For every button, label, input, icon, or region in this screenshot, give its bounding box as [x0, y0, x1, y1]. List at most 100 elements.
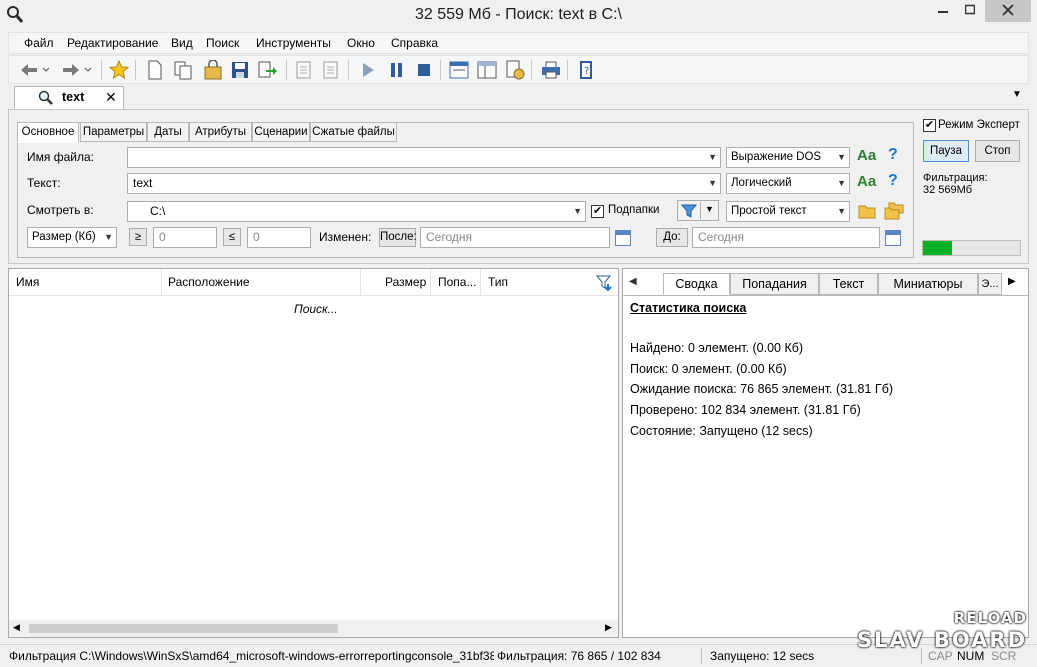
window-layout-icon[interactable]	[476, 59, 498, 81]
minimize-button[interactable]	[930, 0, 956, 22]
menu-window[interactable]: Окно	[347, 36, 375, 50]
tab-summary[interactable]: Сводка	[663, 273, 730, 295]
subfolders-checkbox[interactable]: ✔	[591, 205, 604, 218]
filename-mode-select[interactable]: Выражение DOS ▼	[726, 147, 850, 168]
export-icon[interactable]	[257, 59, 279, 81]
expert-mode-checkbox[interactable]: ✔	[923, 119, 936, 132]
text-case-sensitive-icon[interactable]: Aa	[857, 173, 876, 190]
save-icon[interactable]	[229, 59, 251, 81]
menu-help[interactable]: Справка	[391, 36, 438, 50]
filename-case-sensitive-icon[interactable]: Aa	[857, 147, 876, 164]
tab-archives[interactable]: Сжатые файлы	[310, 122, 397, 142]
filename-history-dropdown-icon[interactable]: ▼	[708, 148, 717, 167]
tab-parameters[interactable]: Параметры	[80, 122, 147, 142]
summary-pending: Ожидание поиска: 76 865 элемент. (31.81 …	[630, 382, 894, 396]
window-title: 32 559 Мб - Поиск: text в C:\	[415, 6, 622, 23]
text-history-dropdown-icon[interactable]: ▼	[708, 174, 717, 193]
favorites-star-icon[interactable]	[108, 59, 130, 81]
tab-hits[interactable]: Попадания	[730, 273, 819, 295]
pause-button[interactable]: Пауза	[923, 140, 969, 162]
preview-pane: ◀ Сводка Попадания Текст Миниатюры Э... …	[622, 268, 1029, 638]
scrollbar-thumb[interactable]	[29, 624, 338, 633]
forward-button[interactable]	[61, 59, 91, 81]
back-button[interactable]	[19, 59, 49, 81]
column-header-name[interactable]: Имя	[9, 269, 162, 295]
size-min-input[interactable]: 0	[153, 227, 217, 248]
tab-more[interactable]: Э...	[978, 273, 1002, 295]
search-tab[interactable]: text ✕	[14, 86, 124, 109]
filename-input[interactable]: ▼	[127, 147, 721, 168]
stop-icon[interactable]	[413, 59, 435, 81]
tabs-scroll-right-icon[interactable]: ▶	[1008, 276, 1016, 287]
page-prev-icon[interactable]	[293, 59, 315, 81]
column-header-size[interactable]: Размер	[378, 269, 431, 295]
text-help-icon[interactable]: ?	[888, 172, 898, 190]
folder-icon[interactable]	[858, 203, 876, 222]
before-calendar-icon[interactable]	[885, 230, 901, 246]
chevron-down-icon: ▼	[705, 204, 714, 214]
stop-button[interactable]: Стоп	[975, 140, 1020, 162]
text-mode-select[interactable]: Логический ▼	[726, 173, 850, 194]
tab-basic[interactable]: Основное	[17, 122, 79, 143]
folders-icon[interactable]	[884, 202, 904, 223]
tab-list-dropdown-icon[interactable]: ▼	[1012, 89, 1022, 100]
settings-document-icon[interactable]	[504, 59, 526, 81]
before-button[interactable]: До:	[656, 228, 688, 247]
scroll-left-icon[interactable]: ◀	[13, 622, 20, 633]
close-tab-icon[interactable]: ✕	[105, 89, 117, 106]
svg-text:?: ?	[584, 66, 589, 77]
column-header-hits[interactable]: Попа...	[431, 269, 481, 295]
menu-file[interactable]: Файл	[24, 36, 54, 50]
tabs-scroll-left-icon[interactable]: ◀	[629, 276, 637, 287]
text-input[interactable]: text ▼	[127, 173, 721, 194]
filter-dropdown-button[interactable]: ▼	[677, 200, 719, 221]
status-filtering: Фильтрация: 76 865 / 102 834	[497, 649, 661, 663]
lookin-value: C:\	[150, 204, 166, 218]
open-lock-icon[interactable]	[202, 59, 224, 81]
filename-label: Имя файла:	[27, 150, 94, 164]
summary-search: Поиск: 0 элемент. (0.00 Кб)	[630, 362, 787, 376]
toolbar: ?	[8, 55, 1029, 84]
lookin-dropdown-icon[interactable]: ▼	[573, 202, 582, 221]
after-date-input[interactable]: Сегодня	[420, 227, 610, 248]
column-header-type[interactable]: Тип	[481, 269, 591, 295]
tab-thumbnails[interactable]: Миниатюры	[878, 273, 978, 295]
column-filter-icon[interactable]	[595, 274, 614, 295]
maximize-button[interactable]	[957, 0, 983, 22]
close-window-button[interactable]	[985, 0, 1031, 22]
size-max-input[interactable]: 0	[247, 227, 311, 248]
size-min-operator-button[interactable]: ≥	[129, 228, 147, 246]
lookin-input[interactable]: C:\ ▼	[127, 201, 586, 222]
page-next-icon[interactable]	[320, 59, 342, 81]
size-max-operator-button[interactable]: ≤	[223, 228, 241, 246]
play-icon[interactable]	[357, 59, 379, 81]
menu-search[interactable]: Поиск	[206, 36, 239, 50]
lookin-mode-select[interactable]: Простой текст ▼	[726, 201, 850, 222]
modified-label: Изменен:	[319, 230, 372, 244]
column-header-location[interactable]: Расположение	[161, 269, 361, 295]
title-bar: 32 559 Мб - Поиск: text в C:\	[0, 0, 1037, 31]
tab-dates[interactable]: Даты	[147, 122, 189, 142]
horizontal-scrollbar[interactable]: ◀ ▶	[9, 620, 618, 637]
pause-icon[interactable]	[386, 59, 408, 81]
layout-icon[interactable]	[448, 59, 470, 81]
tab-text[interactable]: Текст	[819, 273, 878, 295]
menu-view[interactable]: Вид	[171, 36, 193, 50]
after-button[interactable]: После:	[379, 228, 417, 247]
print-icon[interactable]	[540, 59, 562, 81]
before-date-input[interactable]: Сегодня	[692, 227, 880, 248]
filename-mode-value: Выражение DOS	[731, 151, 822, 163]
menu-edit[interactable]: Редактирование	[67, 36, 158, 50]
menu-tools[interactable]: Инструменты	[256, 36, 331, 50]
tab-scripts[interactable]: Сценарии	[252, 122, 310, 142]
after-calendar-icon[interactable]	[615, 230, 631, 246]
new-document-icon[interactable]	[144, 59, 166, 81]
copy-document-icon[interactable]	[172, 59, 194, 81]
help-book-icon[interactable]: ?	[575, 59, 597, 81]
tab-attributes[interactable]: Атрибуты	[189, 122, 252, 142]
size-unit-select[interactable]: Размер (Кб) ▼	[27, 227, 117, 248]
scroll-right-icon[interactable]: ▶	[605, 622, 612, 633]
searching-status: Поиск...	[294, 302, 338, 316]
filename-help-icon[interactable]: ?	[888, 146, 898, 164]
size-unit-value: Размер (Кб)	[32, 231, 96, 243]
